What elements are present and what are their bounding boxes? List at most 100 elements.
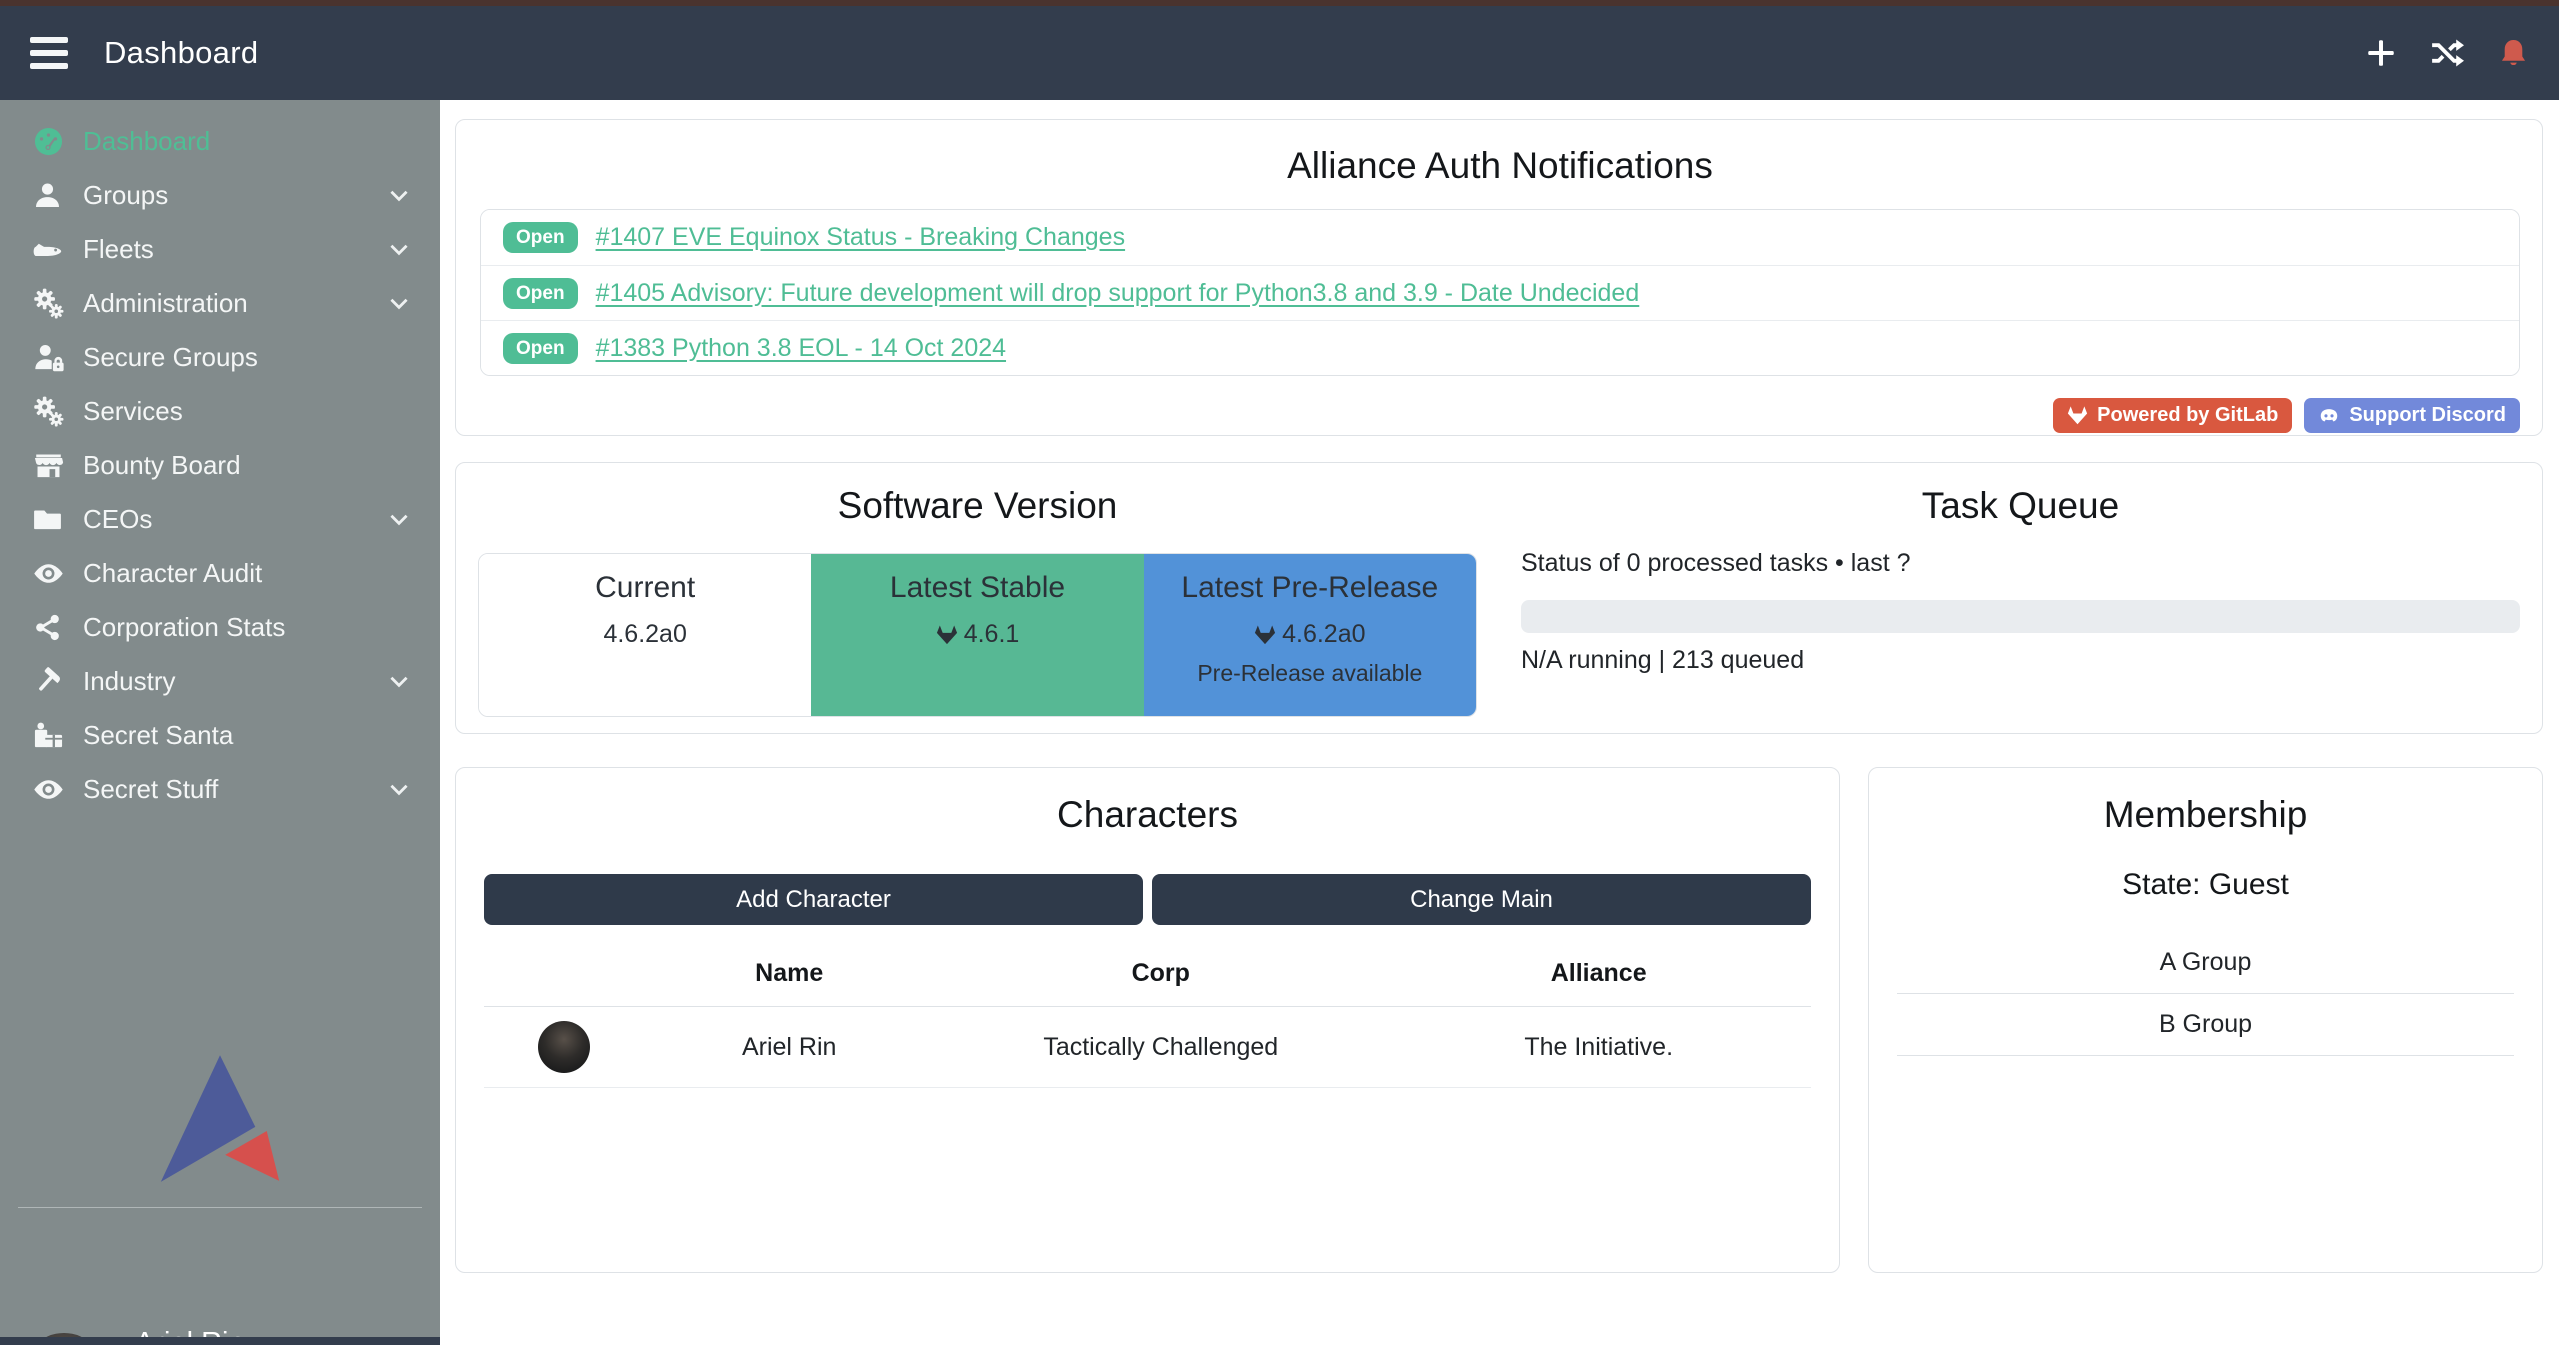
sidebar-item-label: Dashboard [83, 126, 210, 157]
sidebar-nav: Dashboard Groups [0, 100, 440, 816]
notifications-list: Open #1407 EVE Equinox Status - Breaking… [480, 209, 2520, 376]
task-queue-title: Task Queue [1521, 485, 2520, 527]
sidebar-item-label: Fleets [83, 234, 154, 265]
notification-link[interactable]: #1383 Python 3.8 EOL - 14 Oct 2024 [596, 334, 1006, 363]
gitlab-tanuki-icon [936, 624, 958, 646]
sidebar-item-secret-santa[interactable]: Secret Santa [0, 708, 440, 762]
user-lock-icon [33, 341, 75, 373]
version-value: 4.6.2a0 [1282, 620, 1365, 649]
chevron-down-icon [386, 290, 412, 316]
chevron-down-icon [386, 668, 412, 694]
add-character-button[interactable]: Add Character [484, 874, 1143, 925]
version-cell-label: Latest Pre-Release [1144, 571, 1476, 605]
gears-icon [33, 287, 75, 319]
status-badge: Open [503, 278, 578, 309]
chevron-down-icon [386, 236, 412, 262]
version-value: 4.6.1 [964, 620, 1020, 649]
sidebar: Dashboard Groups [0, 100, 440, 1345]
character-portrait [538, 1021, 590, 1073]
software-version-title: Software Version [478, 485, 1477, 527]
sidebar-item-fleets[interactable]: Fleets [0, 222, 440, 276]
main-content: Alliance Auth Notifications Open #1407 E… [440, 100, 2559, 1345]
sidebar-item-services[interactable]: Services [0, 384, 440, 438]
notifications-title: Alliance Auth Notifications [480, 145, 2520, 187]
notification-row: Open #1383 Python 3.8 EOL - 14 Oct 2024 [481, 320, 2519, 375]
gears-icon [33, 395, 75, 427]
badge-label: Support Discord [2349, 404, 2506, 427]
version-prerelease-cell: Latest Pre-Release 4.6.2a0 Pre-Release a… [1144, 554, 1476, 716]
notification-link[interactable]: #1407 EVE Equinox Status - Breaking Chan… [596, 223, 1126, 252]
character-alliance: The Initiative. [1386, 1007, 1811, 1088]
character-name: Ariel Rin [643, 1007, 935, 1088]
bell-icon[interactable] [2495, 35, 2531, 71]
characters-table: Name Corp Alliance Ariel Rin Tactically … [484, 939, 1811, 1088]
store-icon [33, 449, 75, 481]
user-panel: Ariel Rin Tactically Challenged The Init… [0, 1225, 440, 1337]
sidebar-item-dashboard[interactable]: Dashboard [0, 114, 440, 168]
sidebar-item-label: Corporation Stats [83, 612, 285, 643]
version-current-cell: Current 4.6.2a0 [479, 554, 811, 716]
status-badge: Open [503, 333, 578, 364]
sidebar-item-label: Administration [83, 288, 248, 319]
support-discord-badge[interactable]: Support Discord [2304, 398, 2520, 433]
top-navbar: Dashboard [0, 6, 2559, 100]
chevron-down-icon [386, 506, 412, 532]
task-queue-section: Task Queue Status of 0 processed tasks •… [1499, 463, 2542, 733]
version-value: 4.6.2a0 [603, 620, 686, 649]
column-header-avatar [484, 939, 643, 1007]
version-boxes: Current 4.6.2a0 Latest Stable 4.6.1 [478, 553, 1477, 717]
eye-icon [33, 557, 75, 589]
sidebar-item-corporation-stats[interactable]: Corporation Stats [0, 600, 440, 654]
badge-label: Powered by GitLab [2097, 404, 2278, 427]
version-cell-label: Current [479, 571, 811, 605]
sidebar-item-label: Secret Stuff [83, 774, 218, 805]
character-row: Ariel Rin Tactically Challenged The Init… [484, 1007, 1811, 1088]
sidebar-item-label: Secure Groups [83, 342, 258, 373]
dashboard-page: Dashboard [0, 0, 2559, 1345]
column-header-alliance: Alliance [1386, 939, 1811, 1007]
sidebar-item-industry[interactable]: Industry [0, 654, 440, 708]
powered-by-gitlab-badge[interactable]: Powered by GitLab [2053, 398, 2292, 433]
sidebar-item-label: CEOs [83, 504, 152, 535]
sidebar-item-label: Secret Santa [83, 720, 233, 751]
prerelease-note: Pre-Release available [1144, 660, 1476, 687]
eye-icon [33, 773, 75, 805]
sidebar-item-label: Groups [83, 180, 168, 211]
sidebar-item-groups[interactable]: Groups [0, 168, 440, 222]
shuttle-icon [33, 233, 75, 265]
sidebar-item-ceos[interactable]: CEOs [0, 492, 440, 546]
sidebar-item-label: Character Audit [83, 558, 262, 589]
version-stable-cell: Latest Stable 4.6.1 [811, 554, 1143, 716]
membership-group-item: A Group [1897, 932, 2514, 994]
discord-icon [2318, 405, 2340, 427]
chevron-down-icon [386, 182, 412, 208]
notification-link[interactable]: #1405 Advisory: Future development will … [596, 279, 1640, 308]
change-main-button[interactable]: Change Main [1152, 874, 1811, 925]
sidebar-item-label: Bounty Board [83, 450, 241, 481]
membership-title: Membership [1897, 794, 2514, 836]
share-icon [33, 611, 75, 643]
gauge-icon [33, 125, 75, 157]
column-header-name: Name [643, 939, 935, 1007]
membership-state: State: Guest [1897, 868, 2514, 902]
plus-icon[interactable] [2363, 35, 2399, 71]
menu-toggle-button[interactable] [30, 37, 70, 69]
chevron-down-icon [386, 776, 412, 802]
shuffle-icon[interactable] [2429, 35, 2465, 71]
sidebar-bottom-strip [0, 1337, 440, 1345]
sidebar-item-secure-groups[interactable]: Secure Groups [0, 330, 440, 384]
sidebar-item-character-audit[interactable]: Character Audit [0, 546, 440, 600]
membership-panel: Membership State: Guest A Group B Group [1868, 767, 2543, 1273]
sidebar-item-administration[interactable]: Administration [0, 276, 440, 330]
column-header-corp: Corp [935, 939, 1386, 1007]
software-version-section: Software Version Current 4.6.2a0 Latest … [456, 463, 1499, 733]
alliance-logo [155, 1050, 285, 1185]
version-queue-panel: Software Version Current 4.6.2a0 Latest … [455, 462, 2543, 734]
notification-row: Open #1405 Advisory: Future development … [481, 265, 2519, 320]
task-queue-counts: N/A running | 213 queued [1521, 646, 2520, 675]
task-queue-status: Status of 0 processed tasks • last ? [1521, 549, 2520, 578]
sidebar-item-bounty-board[interactable]: Bounty Board [0, 438, 440, 492]
gifts-icon [33, 719, 75, 751]
sidebar-item-secret-stuff[interactable]: Secret Stuff [0, 762, 440, 816]
gitlab-tanuki-icon [1254, 624, 1276, 646]
